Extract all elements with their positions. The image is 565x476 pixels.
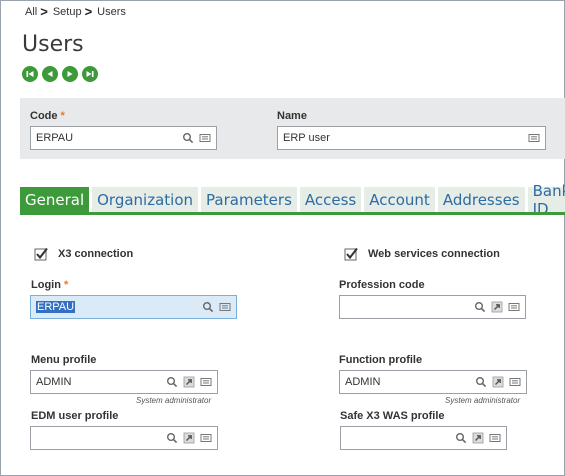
function-profile-description: System administrator [445, 396, 521, 405]
record-navigation [22, 66, 98, 82]
breadcrumb-users: Users [97, 5, 126, 18]
detail-card-icon[interactable] [508, 301, 520, 313]
first-record-icon[interactable] [22, 66, 38, 82]
menu-profile-value: ADMIN [36, 376, 72, 388]
detail-card-icon[interactable] [489, 432, 501, 444]
goto-icon[interactable] [472, 432, 484, 444]
login-field[interactable]: ERPAU [30, 295, 237, 319]
login-value: ERPAU [36, 301, 76, 313]
checkmark-icon [34, 247, 48, 261]
checkmark-icon [344, 247, 358, 261]
tab-underline [20, 212, 565, 215]
required-asterisk-icon: * [60, 110, 65, 122]
goto-icon[interactable] [491, 301, 503, 313]
name-label: Name [277, 110, 307, 122]
goto-icon[interactable] [183, 376, 195, 388]
search-icon[interactable] [202, 301, 214, 313]
next-record-icon[interactable] [62, 66, 78, 82]
menu-profile-description: System administrator [136, 396, 212, 405]
search-icon[interactable] [182, 132, 194, 144]
tab-bar: General Organization Parameters Access A… [20, 182, 565, 218]
function-profile-label: Function profile [339, 354, 423, 366]
login-label: Login * [31, 279, 69, 291]
search-icon[interactable] [474, 301, 486, 313]
search-icon[interactable] [166, 376, 178, 388]
detail-card-icon[interactable] [199, 132, 211, 144]
function-profile-field[interactable]: ADMIN [339, 370, 527, 394]
detail-card-icon[interactable] [219, 301, 231, 313]
tab-addresses[interactable]: Addresses [437, 187, 525, 213]
profession-code-label: Profession code [339, 279, 425, 291]
breadcrumb-separator-icon: > [84, 4, 93, 19]
breadcrumb-all[interactable]: All [25, 6, 37, 18]
tab-general[interactable]: General [20, 187, 90, 213]
safe-x3-was-profile-field[interactable] [340, 426, 507, 450]
code-label: Code * [30, 110, 65, 122]
goto-icon[interactable] [183, 432, 195, 444]
edm-user-profile-label: EDM user profile [31, 410, 119, 422]
page-title: Users [22, 32, 84, 57]
edm-user-profile-field[interactable] [30, 426, 218, 450]
tab-parameters[interactable]: Parameters [201, 187, 297, 213]
tab-bank-id[interactable]: Bank ID [527, 182, 565, 218]
tab-organization[interactable]: Organization [92, 187, 199, 213]
search-icon[interactable] [166, 432, 178, 444]
previous-record-icon[interactable] [42, 66, 58, 82]
goto-icon[interactable] [492, 376, 504, 388]
detail-card-icon[interactable] [200, 432, 212, 444]
breadcrumb: All > Setup > Users [25, 4, 126, 19]
name-field[interactable]: ERP user [277, 126, 546, 150]
profession-code-field[interactable] [339, 295, 526, 319]
search-icon[interactable] [475, 376, 487, 388]
function-profile-value: ADMIN [345, 376, 381, 388]
breadcrumb-setup[interactable]: Setup [53, 6, 82, 18]
search-icon[interactable] [455, 432, 467, 444]
tab-account[interactable]: Account [364, 187, 435, 213]
detail-card-icon[interactable] [528, 132, 540, 144]
detail-card-icon[interactable] [200, 376, 212, 388]
x3-connection-checkbox[interactable]: X3 connection [34, 247, 133, 261]
code-field[interactable]: ERPAU [30, 126, 217, 150]
menu-profile-field[interactable]: ADMIN [30, 370, 218, 394]
safe-x3-was-profile-label: Safe X3 WAS profile [340, 410, 445, 422]
web-services-connection-label: Web services connection [368, 248, 500, 260]
tab-access[interactable]: Access [299, 187, 362, 213]
x3-connection-label: X3 connection [58, 248, 134, 260]
detail-card-icon[interactable] [509, 376, 521, 388]
web-services-connection-checkbox[interactable]: Web services connection [344, 247, 500, 261]
last-record-icon[interactable] [82, 66, 98, 82]
menu-profile-label: Menu profile [31, 354, 97, 366]
name-value: ERP user [283, 132, 330, 144]
required-asterisk-icon: * [63, 279, 69, 291]
breadcrumb-separator-icon: > [40, 4, 48, 19]
code-value: ERPAU [36, 132, 74, 144]
